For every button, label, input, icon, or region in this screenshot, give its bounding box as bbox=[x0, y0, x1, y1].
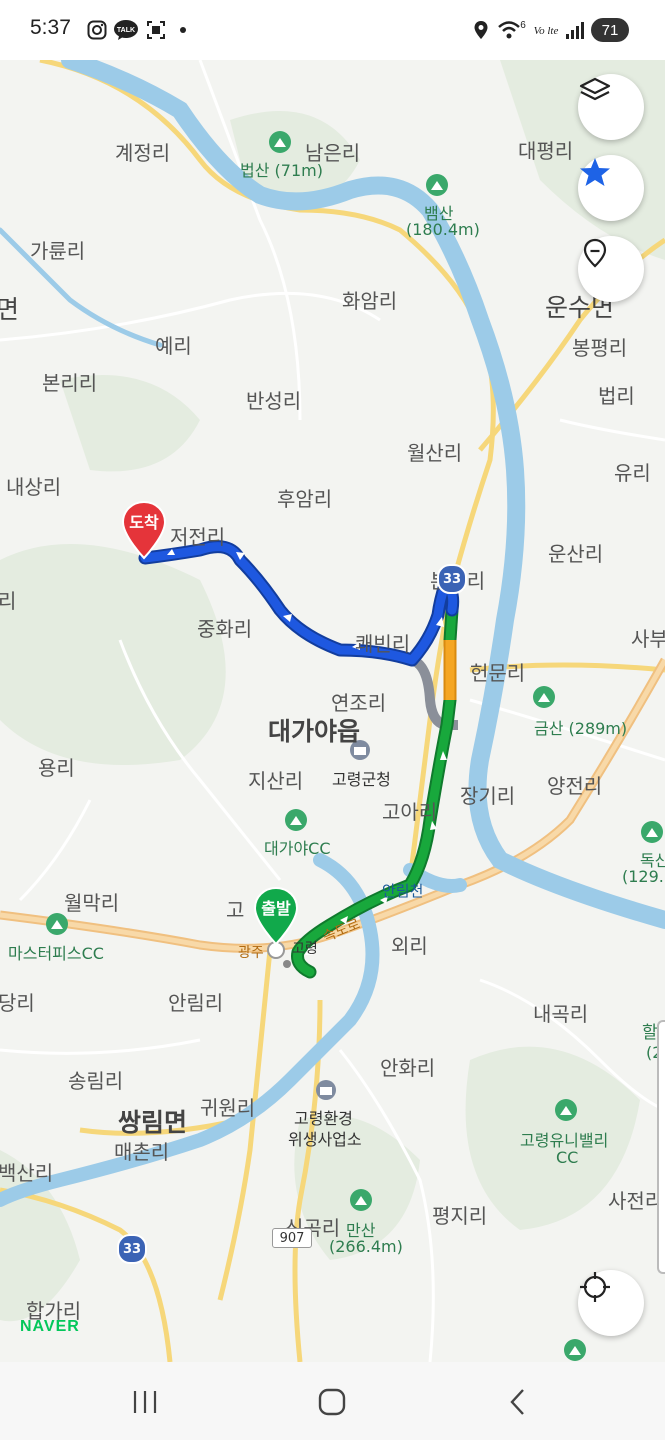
recents-button[interactable] bbox=[115, 1380, 175, 1424]
gallery-icon bbox=[145, 18, 167, 42]
star-icon bbox=[580, 158, 610, 186]
place-label-huam: 후암리 bbox=[277, 487, 333, 511]
wifi-gen: 6 bbox=[520, 20, 526, 31]
volte-icon: Vo lte bbox=[530, 18, 562, 42]
place-label-unsan: 운산리 bbox=[548, 542, 604, 566]
route-shield-33-south: 33 bbox=[117, 1234, 147, 1264]
place-label-bansung: 반성리 bbox=[246, 389, 302, 413]
place-label-baeksan: 백산리 bbox=[0, 1161, 54, 1185]
back-button[interactable] bbox=[488, 1380, 548, 1424]
place-label-hal: 할 bbox=[642, 1023, 658, 1043]
place-label-heonmun: 헌문리 bbox=[470, 661, 526, 685]
place-label-gyejeong: 계정리 bbox=[115, 141, 171, 165]
signal-icon bbox=[564, 18, 586, 42]
kakaotalk-icon: TALK bbox=[113, 18, 139, 42]
layers-button[interactable] bbox=[578, 74, 644, 140]
system-nav-bar bbox=[0, 1362, 665, 1440]
instagram-icon bbox=[86, 18, 108, 42]
crosshair-icon bbox=[580, 1272, 610, 1302]
naver-logo: NAVER bbox=[20, 1318, 80, 1335]
place-label-go: 고 bbox=[226, 898, 245, 922]
recents-icon bbox=[133, 1391, 157, 1413]
status-bar: 5:37 TALK 6 Vo lte 71 bbox=[0, 0, 665, 60]
departure-label: 출발 bbox=[261, 899, 291, 918]
route-badge-907: 907 bbox=[272, 1228, 312, 1248]
place-label-yeri: 예리 bbox=[155, 334, 192, 358]
poi-mansan-height: (266.4m) bbox=[329, 1237, 403, 1256]
place-label-sabu: 사부 bbox=[631, 627, 665, 651]
place-label-daegaya: 대가야읍 bbox=[268, 717, 361, 746]
battery-indicator: 71 bbox=[591, 18, 629, 42]
status-time: 5:37 bbox=[30, 16, 71, 39]
poi-geumsan[interactable]: 금산 (289m) bbox=[534, 715, 627, 739]
poi-masters-cc[interactable]: 마스터피스CC bbox=[8, 940, 104, 964]
favorites-button[interactable] bbox=[578, 155, 644, 221]
place-label-wolsan: 월산리 bbox=[407, 441, 463, 465]
poi-doksan-height: (129.2 bbox=[622, 867, 665, 886]
place-label-bonri: 본리리 bbox=[42, 371, 98, 395]
place-label-anhwa: 안화리 bbox=[380, 1056, 436, 1080]
poi-daegaya-cc[interactable]: 대가야CC bbox=[264, 835, 331, 859]
place-label-naesang: 내상리 bbox=[6, 475, 62, 499]
place-label-gwiwon: 귀원리 bbox=[200, 1096, 256, 1120]
talk-label: TALK bbox=[117, 27, 135, 34]
home-button[interactable] bbox=[302, 1380, 362, 1424]
road-label-anrimcheon: 안림천 bbox=[382, 882, 424, 900]
poi-goryeong-uni-2: CC bbox=[556, 1148, 579, 1167]
place-label-yangjeon: 양전리 bbox=[547, 774, 603, 798]
layers-icon bbox=[579, 77, 611, 101]
place-label-yuri: 유리 bbox=[614, 461, 651, 485]
poi-goryeong-county[interactable]: 고령군청 bbox=[332, 766, 391, 790]
place-label-hwaam: 화암리 bbox=[342, 289, 398, 313]
map-pin-icon bbox=[583, 238, 607, 268]
location-icon bbox=[472, 18, 490, 42]
back-icon bbox=[510, 1389, 524, 1415]
place-label-wolmak: 월막리 bbox=[64, 891, 120, 915]
volte-label: Vo lte bbox=[534, 25, 559, 37]
place-label-ri-left: 리 bbox=[0, 589, 17, 613]
place-label-sajeon: 사전리 bbox=[608, 1189, 664, 1213]
route-shield-33-north: 33 bbox=[437, 564, 467, 594]
place-label-songrim: 송림리 bbox=[68, 1069, 124, 1093]
place-label-pyeongji: 평지리 bbox=[432, 1204, 488, 1228]
poi-goryeong-plant-2: 위생사업소 bbox=[288, 1130, 362, 1149]
place-label-maechon: 매촌리 bbox=[114, 1140, 170, 1164]
place-label-yongri: 용리 bbox=[38, 756, 75, 780]
scroll-edge-handle[interactable] bbox=[657, 1020, 665, 1274]
place-label-kwaebin: 쾌빈리 bbox=[355, 632, 411, 656]
place-label-jeojeon: 저전리 bbox=[170, 525, 226, 549]
place-label-daepyeong: 대평리 bbox=[518, 139, 574, 163]
place-label-dangri: 당리 bbox=[0, 991, 35, 1015]
place-label-jisan: 지산리 bbox=[248, 769, 304, 793]
place-label-ssangrim: 쌍림면 bbox=[118, 1108, 188, 1137]
departure-marker[interactable]: 출발 bbox=[252, 886, 300, 950]
place-label-janggi: 장기리 bbox=[460, 784, 516, 808]
place-label-junghwa: 중화리 bbox=[197, 617, 253, 641]
poi-beopsan[interactable]: 법산 (71m) bbox=[240, 157, 323, 181]
dot-icon bbox=[178, 18, 188, 42]
locate-button[interactable] bbox=[578, 1270, 644, 1336]
arrival-marker[interactable]: 도착 bbox=[120, 500, 168, 564]
poi-baemsan-height: (180.4m) bbox=[406, 220, 480, 239]
wifi-icon: 6 bbox=[497, 18, 527, 42]
place-label-goa: 고아리 bbox=[382, 800, 438, 824]
arrival-label: 도착 bbox=[129, 513, 159, 532]
place-pin-button[interactable] bbox=[578, 236, 644, 302]
place-label-oeri: 외리 bbox=[391, 934, 428, 958]
place-label-naegok: 내곡리 bbox=[533, 1002, 589, 1026]
place-label-beopri: 법리 bbox=[598, 384, 635, 408]
place-label-bongpyeong: 봉평리 bbox=[572, 336, 628, 360]
place-label-anrim: 안림리 bbox=[168, 991, 224, 1015]
map-view[interactable]: 계정리 남은리 대평리 가륜리 면 화암리 운수면 예리 봉평리 본리리 반성리… bbox=[0, 60, 665, 1362]
place-label-garyun: 가륜리 bbox=[30, 239, 86, 263]
home-icon bbox=[318, 1388, 346, 1416]
place-label-myeon-left: 면 bbox=[0, 295, 20, 324]
